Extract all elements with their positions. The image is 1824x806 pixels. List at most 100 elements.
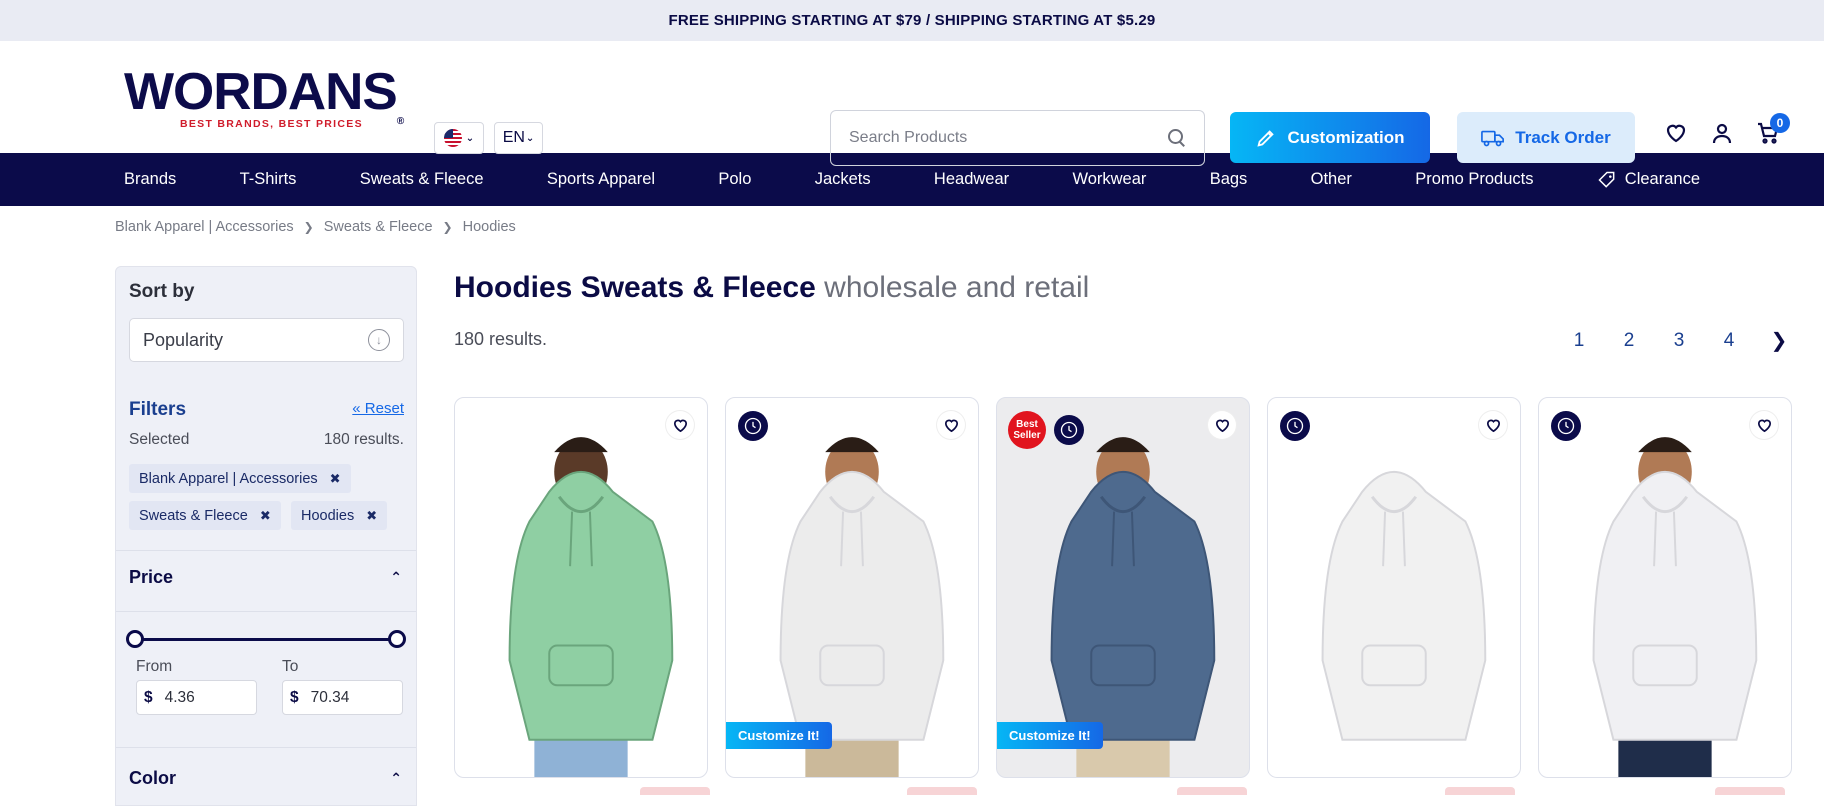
filters-title: Filters — [129, 399, 187, 420]
customization-label: Customization — [1287, 127, 1405, 147]
language-value: EN — [502, 129, 525, 146]
chevron-right-icon: ❯ — [303, 220, 314, 234]
product-image[interactable] — [997, 397, 1249, 777]
divider — [116, 747, 416, 748]
remove-icon[interactable]: ✖ — [260, 508, 271, 524]
nav-label: Bags — [1209, 170, 1248, 188]
price-slider-max-handle[interactable] — [388, 630, 406, 648]
price-to-input[interactable]: $ 70.34 — [282, 680, 403, 715]
logo-name: WORDANS — [124, 63, 398, 121]
chevron-up-icon[interactable]: ⌃ — [390, 770, 402, 787]
logo-mark: ® — [396, 116, 405, 127]
reset-filters-link[interactable]: « Reset — [352, 400, 404, 417]
product-card[interactable]: Best Seller Customize It! — [996, 397, 1250, 778]
product-image[interactable] — [1539, 397, 1791, 777]
page-title-suffix: wholesale and retail — [824, 271, 1090, 304]
cart[interactable]: 0 — [1756, 113, 1790, 145]
product-image[interactable] — [726, 397, 978, 777]
next-page-icon[interactable]: ❯ — [1754, 328, 1804, 353]
nav-item-jackets[interactable]: Jackets — [815, 170, 871, 189]
cart-count-badge: 0 — [1770, 113, 1790, 133]
header-actions: 0 — [1664, 113, 1790, 145]
nav-item-promo-products[interactable]: Promo Products — [1415, 170, 1533, 189]
product-card[interactable] — [1538, 397, 1792, 778]
product-card[interactable] — [454, 397, 708, 778]
page-link[interactable]: 1 — [1554, 330, 1604, 352]
product-card[interactable] — [1267, 397, 1521, 778]
search-input[interactable] — [849, 129, 1168, 147]
country-selector[interactable]: ⌄ — [434, 122, 484, 154]
nav-item-sports-apparel[interactable]: Sports Apparel — [547, 170, 655, 189]
tag-icon — [1598, 171, 1615, 188]
product-image-wrap — [726, 398, 978, 777]
product-image[interactable] — [1268, 397, 1520, 777]
nav-item-headwear[interactable]: Headwear — [934, 170, 1009, 189]
search-icon[interactable] — [1168, 129, 1186, 147]
track-order-button[interactable]: Track Order — [1457, 112, 1635, 163]
price-tag-edge — [907, 787, 977, 795]
nav-item-other[interactable]: Other — [1311, 170, 1352, 189]
pencil-icon — [1257, 129, 1275, 147]
wishlist-heart-icon[interactable] — [666, 411, 694, 439]
chip-label: Hoodies — [301, 507, 355, 524]
divider — [116, 611, 416, 612]
breadcrumb-item[interactable]: Sweats & Fleece — [324, 219, 433, 235]
price-slider-track[interactable] — [136, 638, 398, 641]
chevron-up-icon[interactable]: ⌃ — [390, 569, 402, 586]
nav-label: Clearance — [1624, 170, 1700, 188]
wishlist-heart-icon[interactable] — [1208, 411, 1236, 439]
breadcrumb-item[interactable]: Hoodies — [463, 219, 516, 235]
price-to-label: To — [282, 658, 299, 675]
price-slider-min-handle[interactable] — [126, 630, 144, 648]
price-from-value: 4.36 — [164, 688, 195, 706]
remove-icon[interactable]: ✖ — [366, 508, 377, 524]
product-card[interactable]: Customize It! — [725, 397, 979, 778]
nav-item-polo[interactable]: Polo — [718, 170, 751, 189]
price-from-label: From — [136, 658, 173, 675]
announcement-bar: FREE SHIPPING STARTING AT $79 / SHIPPING… — [0, 0, 1824, 41]
user-icon[interactable] — [1710, 121, 1734, 145]
price-tag-edge — [1715, 787, 1785, 795]
price-from-input[interactable]: $ 4.36 — [136, 680, 257, 715]
nav-item-workwear[interactable]: Workwear — [1072, 170, 1146, 189]
nav-item-sweats-fleece[interactable]: Sweats & Fleece — [360, 170, 484, 189]
nav-item-clearance[interactable]: Clearance — [1597, 170, 1700, 190]
product-image[interactable] — [455, 397, 707, 777]
announcement-text: FREE SHIPPING STARTING AT $79 / SHIPPING… — [668, 12, 1156, 29]
chevron-right-icon: ❯ — [442, 220, 453, 234]
page-link[interactable]: 2 — [1604, 330, 1654, 352]
page-link[interactable]: 3 — [1654, 330, 1704, 352]
nav-label: T-Shirts — [239, 170, 297, 188]
site-header: WORDANS® BEST BRANDS, BEST PRICES ⌄ EN ⌄… — [0, 41, 1824, 166]
product-image-wrap — [997, 398, 1249, 777]
price-tag-edge — [1445, 787, 1515, 795]
filter-chip[interactable]: Hoodies ✖ — [291, 501, 388, 530]
us-flag-icon — [443, 129, 462, 147]
breadcrumb-item[interactable]: Blank Apparel | Accessories — [115, 219, 294, 235]
color-section-title[interactable]: Color — [129, 768, 176, 789]
filter-sidebar: Sort by Popularity ↓ Filters « Reset Sel… — [115, 266, 417, 806]
wishlist-heart-icon[interactable] — [1750, 411, 1778, 439]
wishlist-heart-icon[interactable] — [1479, 411, 1507, 439]
price-section-title[interactable]: Price — [129, 567, 173, 588]
selected-count: 180 results. — [323, 431, 404, 448]
24h-clock-icon — [1551, 411, 1581, 441]
results-count: 180 results. — [454, 329, 548, 349]
nav-item-t-shirts[interactable]: T-Shirts — [240, 170, 297, 189]
nav-label: Headwear — [933, 170, 1010, 188]
page-link[interactable]: 4 — [1704, 330, 1754, 352]
remove-icon[interactable]: ✖ — [330, 471, 341, 487]
nav-item-brands[interactable]: Brands — [124, 170, 176, 189]
customize-it-button[interactable]: Customize It! — [997, 722, 1103, 749]
sort-dropdown[interactable]: Popularity ↓ — [129, 318, 404, 362]
site-logo[interactable]: WORDANS® BEST BRANDS, BEST PRICES — [124, 65, 414, 130]
wishlist-heart-icon[interactable] — [937, 411, 965, 439]
filter-chip[interactable]: Sweats & Fleece ✖ — [129, 501, 281, 530]
customize-it-button[interactable]: Customize It! — [726, 722, 832, 749]
filter-chip[interactable]: Blank Apparel | Accessories ✖ — [129, 464, 351, 493]
nav-item-bags[interactable]: Bags — [1210, 170, 1248, 189]
customization-button[interactable]: Customization — [1230, 112, 1430, 163]
product-image-wrap — [1539, 398, 1791, 777]
heart-icon[interactable] — [1664, 121, 1688, 145]
language-selector[interactable]: EN ⌄ — [494, 122, 543, 154]
